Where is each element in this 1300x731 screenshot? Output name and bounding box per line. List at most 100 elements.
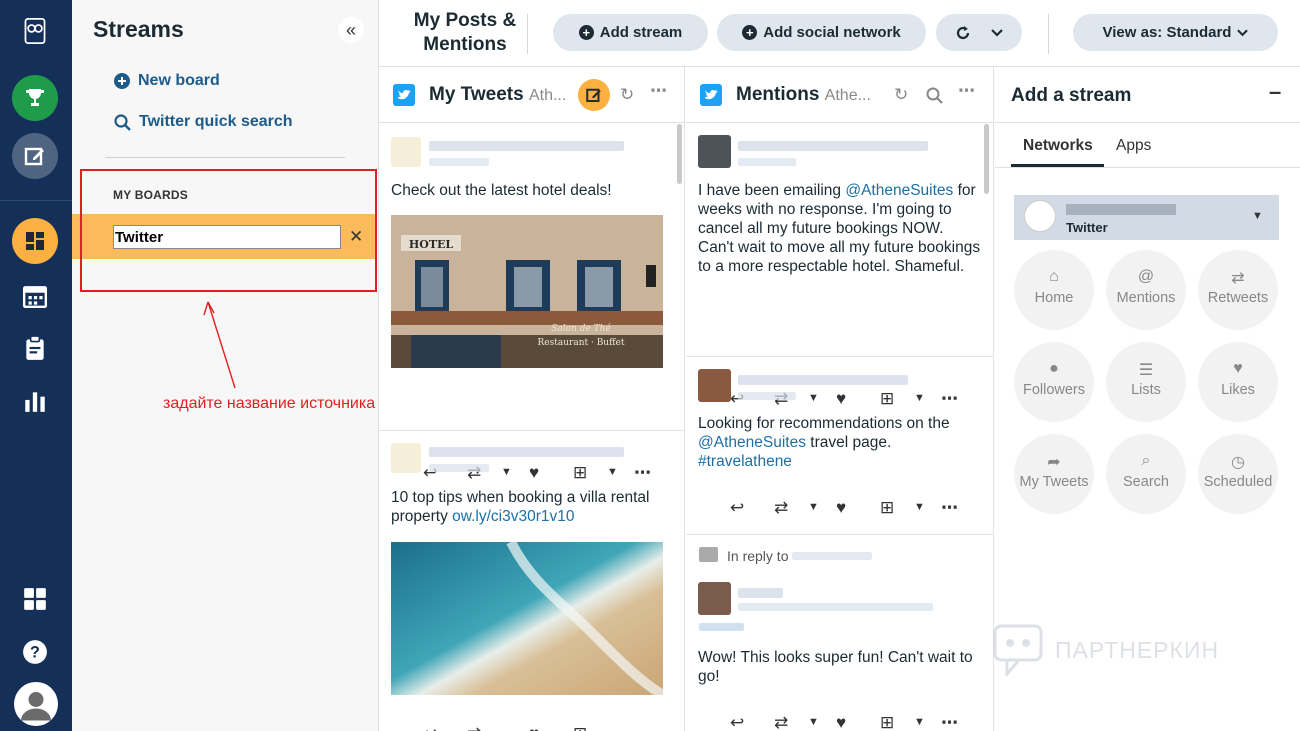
annotation-arrow-icon xyxy=(203,301,236,389)
owl-logo-icon[interactable] xyxy=(22,18,48,44)
stream-type-search[interactable]: ⌕ Search xyxy=(1106,434,1186,514)
blurred-username xyxy=(738,588,783,598)
like-icon[interactable]: ♥ xyxy=(836,498,846,518)
blurred-username xyxy=(738,375,908,385)
mention-link[interactable]: @AtheneSuites xyxy=(698,434,806,451)
like-icon[interactable]: ♥ xyxy=(529,463,539,483)
trophy-icon[interactable] xyxy=(12,75,58,121)
stream-type-label: Scheduled xyxy=(1203,474,1273,490)
tweet-link[interactable]: ow.ly/ci3v30r1v10 xyxy=(452,508,574,525)
beach-photo[interactable] xyxy=(391,542,663,695)
stream-type-followers[interactable]: ● Followers xyxy=(1014,342,1094,422)
calendar-icon[interactable] xyxy=(22,283,48,309)
stream-type-mentions[interactable]: @ Mentions xyxy=(1106,250,1186,330)
stream-type-lists[interactable]: ☰ Lists xyxy=(1106,342,1186,422)
chevron-down-icon[interactable]: ▼ xyxy=(808,716,819,728)
refresh-icon[interactable]: ↻ xyxy=(894,85,908,105)
minimize-icon[interactable]: – xyxy=(1269,79,1281,105)
add-stream-button[interactable]: + Add stream xyxy=(553,14,708,51)
column-header: Mentions Athe... ↻ ⋯ xyxy=(686,67,993,123)
chevron-down-icon[interactable]: ▼ xyxy=(808,501,819,513)
like-icon[interactable]: ♥ xyxy=(529,724,539,731)
hotel-photo[interactable]: HOTEL Salon de Thé Restaurant · Buffet xyxy=(391,215,663,368)
stream-type-my-tweets[interactable]: ➦ My Tweets xyxy=(1014,434,1094,514)
reply-icon[interactable]: ↩ xyxy=(730,713,744,731)
retweet-icon[interactable]: ⇄ xyxy=(467,724,481,731)
chevron-down-icon[interactable]: ▼ xyxy=(914,501,925,513)
streams-icon[interactable] xyxy=(12,218,58,264)
refresh-button[interactable] xyxy=(936,14,1022,51)
hotel-sign-text: HOTEL xyxy=(409,238,454,251)
tweet-text: Check out the latest hotel deals! xyxy=(391,182,612,199)
like-icon[interactable]: ♥ xyxy=(836,389,846,409)
mentions-column: Mentions Athe... ↻ ⋯ I have been emailin… xyxy=(686,67,994,731)
tab-divider xyxy=(995,167,1300,168)
more-options-icon[interactable]: ⋯ xyxy=(634,463,651,483)
tab-apps[interactable]: Apps xyxy=(1116,137,1151,155)
twitter-quick-search-link[interactable]: Twitter quick search xyxy=(114,113,293,131)
blurred-username xyxy=(429,141,624,151)
toolbar-divider xyxy=(1048,14,1049,54)
person-icon: ● xyxy=(1049,360,1059,377)
analytics-icon[interactable] xyxy=(22,388,48,414)
search-icon[interactable] xyxy=(926,87,943,104)
stream-type-home[interactable]: ⌂ Home xyxy=(1014,250,1094,330)
chevron-down-icon[interactable]: ▼ xyxy=(914,392,925,404)
chevron-down-icon[interactable]: ▼ xyxy=(501,466,512,478)
more-options-icon[interactable]: ⋯ xyxy=(941,498,958,518)
scrollbar[interactable] xyxy=(677,124,682,184)
compose-icon[interactable] xyxy=(12,133,58,179)
blurred-timestamp xyxy=(699,623,744,631)
refresh-icon xyxy=(956,25,970,39)
at-icon: @ xyxy=(1137,268,1155,285)
stream-type-scheduled[interactable]: ◷ Scheduled xyxy=(1198,434,1278,514)
schedule-icon[interactable]: ⊞ xyxy=(573,463,587,483)
watermark-logo-icon xyxy=(993,624,1043,676)
more-options-icon[interactable]: ⋯ xyxy=(650,81,668,101)
chevron-down-icon[interactable]: ▼ xyxy=(607,466,618,478)
clipboard-icon[interactable] xyxy=(22,335,48,361)
chevron-down-icon[interactable]: ▼ xyxy=(808,392,819,404)
compose-icon[interactable] xyxy=(578,79,610,111)
more-options-icon[interactable]: ⋯ xyxy=(941,389,958,409)
more-options-icon[interactable]: ⋯ xyxy=(941,713,958,731)
streams-title: Streams xyxy=(93,16,184,42)
reply-icon[interactable]: ↩ xyxy=(730,498,744,518)
schedule-icon[interactable]: ⊞ xyxy=(880,713,894,731)
collapse-panel-button[interactable]: « xyxy=(338,17,364,43)
mention-link[interactable]: @AtheneSuites xyxy=(845,182,953,199)
hashtag-link[interactable]: #travelathene xyxy=(698,453,792,470)
left-nav-rail: ? xyxy=(0,0,72,731)
retweet-icon[interactable]: ⇄ xyxy=(774,498,788,518)
refresh-icon[interactable]: ↻ xyxy=(620,85,634,105)
scrollbar[interactable] xyxy=(984,124,989,194)
apps-grid-icon[interactable] xyxy=(22,586,48,612)
like-icon[interactable]: ♥ xyxy=(836,713,846,731)
schedule-icon[interactable]: ⊞ xyxy=(880,389,894,409)
plus-icon: + xyxy=(578,25,594,40)
column-title-text: My Tweets xyxy=(429,84,524,105)
column-title: My Tweets Ath... xyxy=(429,84,566,106)
tweet-text: 10 top tips when booking a villa rental … xyxy=(391,488,671,526)
clock-icon: ◷ xyxy=(1231,454,1245,471)
stream-type-retweets[interactable]: ⇄ Retweets xyxy=(1198,250,1278,330)
tab-networks[interactable]: Networks xyxy=(1023,137,1093,155)
add-social-network-button[interactable]: + Add social network xyxy=(717,14,926,51)
blurred-handle xyxy=(738,392,796,400)
avatar xyxy=(391,137,421,167)
stream-type-label: Mentions xyxy=(1116,290,1176,306)
view-as-dropdown[interactable]: View as: Standard xyxy=(1073,14,1278,51)
watermark-text: ПАРТНЕРКИН xyxy=(1055,636,1220,663)
stream-type-likes[interactable]: ♥ Likes xyxy=(1198,342,1278,422)
account-selector[interactable]: Twitter ▼ xyxy=(1014,195,1279,240)
retweet-icon[interactable]: ⇄ xyxy=(774,713,788,731)
chevron-down-icon[interactable]: ▼ xyxy=(914,716,925,728)
reply-icon[interactable]: ↩ xyxy=(423,724,437,731)
new-board-link[interactable]: New board xyxy=(114,72,220,90)
help-icon[interactable]: ? xyxy=(22,639,48,665)
schedule-icon[interactable]: ⊞ xyxy=(880,498,894,518)
avatar-icon[interactable] xyxy=(14,682,58,726)
schedule-icon[interactable]: ⊞ xyxy=(573,724,587,731)
more-options-icon[interactable]: ⋯ xyxy=(958,81,975,101)
view-as-label: View as: Standard xyxy=(1102,24,1232,41)
